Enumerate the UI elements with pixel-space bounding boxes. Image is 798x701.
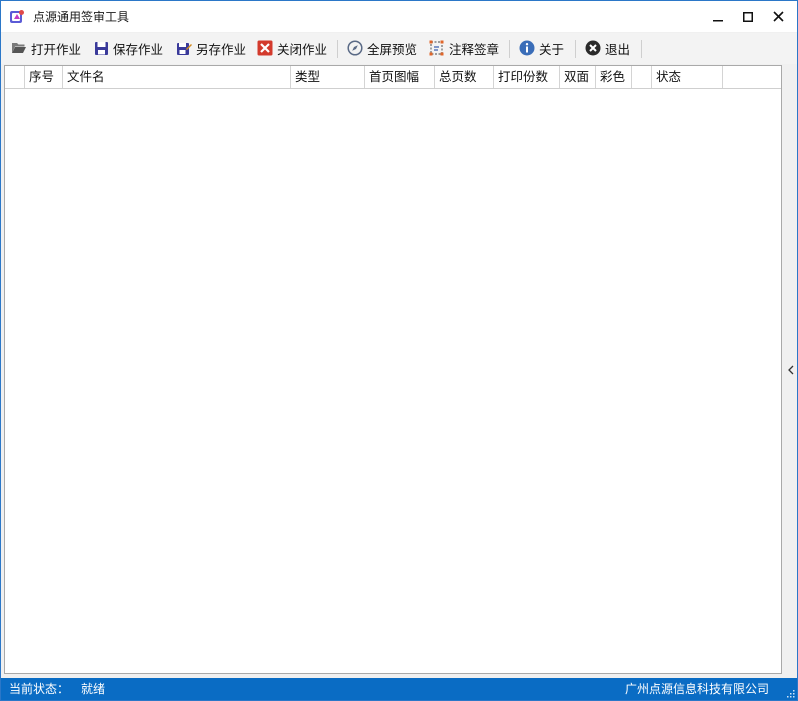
fullscreen-preview-button[interactable]: 全屏预览 [347, 37, 417, 59]
column-header-color[interactable]: 彩色 [596, 66, 632, 88]
about-label: 关于 [539, 41, 565, 57]
close-job-button[interactable]: 关闭作业 [257, 37, 327, 59]
toolbar: 打开作业 保存作业 另存作业 关闭作业 全屏预览 注释签章 关于 退出 [1, 33, 797, 64]
minimize-button[interactable] [703, 1, 733, 32]
column-header-status[interactable]: 状态 [652, 66, 723, 88]
main-window: 点源通用签审工具 打开作业 保存作业 另存作业 关闭作业 全屏预览 注释签章 关… [0, 0, 798, 701]
close-job-label: 关闭作业 [277, 41, 328, 57]
close-button[interactable] [763, 1, 793, 32]
column-header-filler [723, 66, 781, 88]
resize-grip-icon[interactable] [785, 688, 795, 698]
toolbar-separator [337, 40, 338, 58]
annotate-icon [429, 40, 444, 56]
compass-icon [347, 40, 363, 56]
column-header-total-pages[interactable]: 总页数 [435, 66, 494, 88]
file-list-grid[interactable]: 序号 文件名 类型 首页图幅 总页数 打印份数 双面 彩色 状态 [4, 65, 782, 674]
status-label: 当前状态： [9, 682, 70, 696]
about-button[interactable]: 关于 [519, 37, 564, 59]
panel-collapse-button[interactable] [785, 363, 797, 377]
close-icon [772, 11, 784, 22]
app-logo-icon [9, 9, 25, 25]
save-as-icon [177, 42, 192, 55]
save-as-job-button[interactable]: 另存作业 [176, 37, 246, 59]
open-job-label: 打开作业 [31, 41, 82, 57]
toolbar-separator [509, 40, 510, 58]
save-as-job-label: 另存作业 [196, 41, 247, 57]
column-header-duplex[interactable]: 双面 [560, 66, 596, 88]
title-bar[interactable]: 点源通用签审工具 [1, 1, 797, 32]
column-header-index[interactable]: 序号 [25, 66, 63, 88]
annotate-sign-button[interactable]: 注释签章 [429, 37, 499, 59]
column-header-blank[interactable] [632, 66, 652, 88]
exit-icon [585, 40, 601, 56]
save-job-label: 保存作业 [113, 41, 164, 57]
grid-header: 序号 文件名 类型 首页图幅 总页数 打印份数 双面 彩色 状态 [5, 66, 781, 89]
save-icon [95, 41, 108, 55]
open-job-button[interactable]: 打开作业 [11, 37, 81, 59]
maximize-button[interactable] [733, 1, 763, 32]
column-header-indicator[interactable] [5, 66, 25, 88]
fullscreen-preview-label: 全屏预览 [367, 41, 418, 57]
column-header-type[interactable]: 类型 [291, 66, 365, 88]
toolbar-separator [575, 40, 576, 58]
status-bar: 当前状态： 就绪 广州点源信息科技有限公司 [1, 678, 797, 700]
maximize-icon [743, 11, 753, 22]
company-name: 广州点源信息科技有限公司 [624, 682, 769, 696]
status-value: 就绪 [81, 682, 106, 696]
column-header-filename[interactable]: 文件名 [63, 66, 291, 88]
folder-open-icon [12, 43, 26, 53]
annotate-sign-label: 注释签章 [449, 41, 500, 57]
chevron-left-icon [788, 365, 794, 375]
info-icon [519, 40, 535, 56]
column-header-first-page-size[interactable]: 首页图幅 [365, 66, 435, 88]
toolbar-separator [641, 40, 642, 58]
window-title: 点源通用签审工具 [33, 10, 130, 24]
minimize-icon [713, 19, 723, 21]
exit-button[interactable]: 退出 [585, 37, 630, 59]
close-job-icon [257, 40, 273, 56]
column-header-print-copies[interactable]: 打印份数 [494, 66, 560, 88]
save-job-button[interactable]: 保存作业 [94, 37, 163, 59]
exit-label: 退出 [605, 41, 631, 57]
